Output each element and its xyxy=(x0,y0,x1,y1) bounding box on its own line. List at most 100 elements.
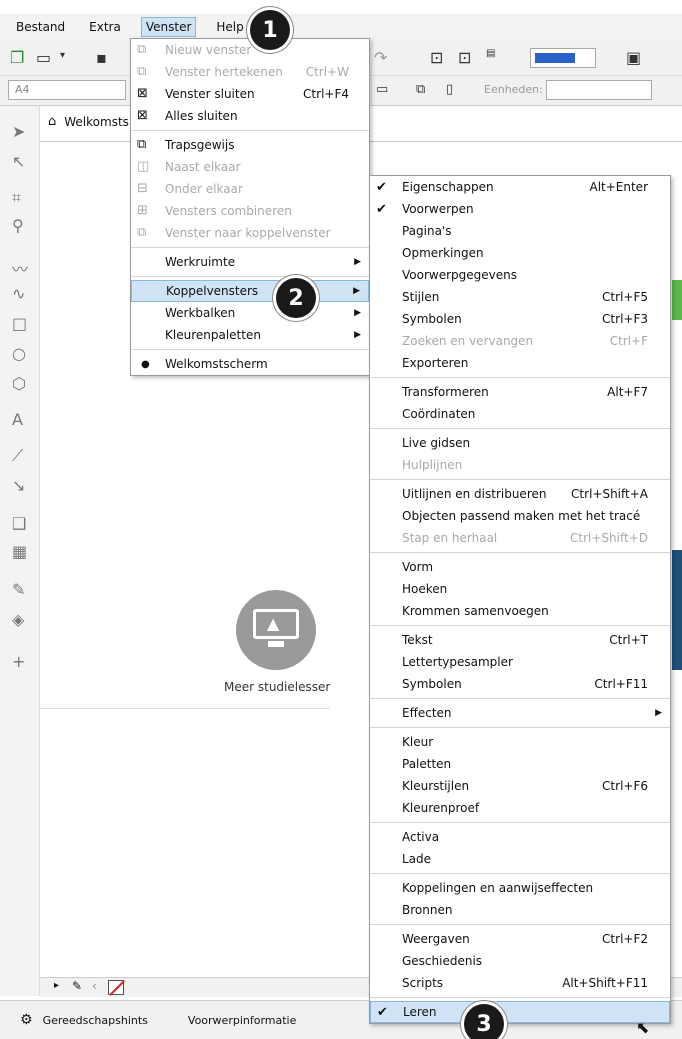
menu-item-kleurstijlen[interactable]: Kleurstijlen Ctrl+F6 xyxy=(370,775,670,797)
menu-help[interactable]: Help xyxy=(212,18,247,36)
full-screen-icon[interactable]: ▣ xyxy=(626,48,641,67)
open-folder-icon[interactable]: ▭ xyxy=(36,48,51,67)
object-info-label[interactable]: Voorwerpinformatie xyxy=(188,1014,296,1027)
menu-item-zoeken-en-vervangen[interactable]: Zoeken en vervangen Ctrl+F xyxy=(370,330,670,352)
menu-item-vensters-combineren[interactable]: ⊞ Vensters combineren xyxy=(131,200,369,222)
rectangle-tool-icon[interactable]: □ xyxy=(12,314,27,333)
import-icon[interactable]: ⊡ xyxy=(430,48,443,67)
menu-item-werkruimte[interactable]: Werkruimte ▶ xyxy=(131,251,369,273)
menu-extra[interactable]: Extra xyxy=(85,18,125,36)
menu-item-kleurenpaletten[interactable]: Kleurenpaletten ▶ xyxy=(131,324,369,346)
menu-item-welkomstscherm[interactable]: ● Welkomstscherm xyxy=(131,353,369,375)
menu-item-alles-sluiten[interactable]: ⊠ Alles sluiten xyxy=(131,105,369,127)
menu-item-onder-elkaar[interactable]: ⊟ Onder elkaar xyxy=(131,178,369,200)
menu-item-opmerkingen[interactable]: Opmerkingen xyxy=(370,242,670,264)
menu-item-koppelingen[interactable]: Koppelingen en aanwijseffecten xyxy=(370,877,670,899)
menu-item-stap-en-herhaal[interactable]: Stap en herhaal Ctrl+Shift+D xyxy=(370,527,670,549)
shape-tool-icon[interactable]: ↖ xyxy=(12,152,25,171)
menu-item-uitlijnen-en-distribueren[interactable]: Uitlijnen en distribueren Ctrl+Shift+A xyxy=(370,483,670,505)
no-color-swatch[interactable] xyxy=(108,980,125,996)
menu-item-objecten-passend-maken[interactable]: Objecten passend maken met het tracé xyxy=(370,505,670,527)
menu-item-coordinaten[interactable]: Coördinaten xyxy=(370,403,670,425)
landscape-icon[interactable]: ▭ xyxy=(376,82,388,97)
menu-item-nieuw-venster[interactable]: ⧉ Nieuw venster xyxy=(131,39,369,61)
submenu-arrow-icon: ▶ xyxy=(354,308,361,318)
zoom-select[interactable] xyxy=(530,48,596,68)
menu-item-venster-hertekenen[interactable]: ⧉ Venster hertekenen Ctrl+W xyxy=(131,61,369,83)
ellipse-tool-icon[interactable]: ○ xyxy=(12,344,26,363)
menu-item-scripts[interactable]: Scripts Alt+Shift+F11 xyxy=(370,972,670,994)
fill-tool-icon[interactable]: ◈ xyxy=(12,610,24,629)
menu-item-kleur[interactable]: Kleur xyxy=(370,731,670,753)
page-size-select[interactable]: A4 xyxy=(8,80,126,100)
menu-item-koppelvensters[interactable]: Koppelvensters ▶ xyxy=(131,280,369,302)
transparency-tool-icon[interactable]: ▦ xyxy=(12,542,27,561)
hints-label[interactable]: Gereedschapshints xyxy=(43,1014,148,1027)
open-dropdown-icon[interactable]: ▾ xyxy=(60,50,65,61)
text-tool-icon[interactable]: A xyxy=(12,410,23,429)
menu-item-lade[interactable]: Lade xyxy=(370,848,670,870)
current-page-icon[interactable]: ▯ xyxy=(446,82,453,97)
menu-item-paginas[interactable]: Pagina's xyxy=(370,220,670,242)
artistic-media-tool-icon[interactable]: ∿ xyxy=(12,284,25,303)
redo-icon[interactable]: ↷ xyxy=(374,48,387,67)
polygon-tool-icon[interactable]: ⬡ xyxy=(12,374,26,393)
scroll-right-icon[interactable]: ▸ xyxy=(54,980,59,991)
new-document-icon[interactable]: ❐ xyxy=(10,48,24,67)
menu-item-werkbalken[interactable]: Werkbalken ▶ xyxy=(131,302,369,324)
menu-bestand[interactable]: Bestand xyxy=(12,18,69,36)
menu-item-live-gidsen[interactable]: Live gidsen xyxy=(370,432,670,454)
menu-item-lettertypesampler[interactable]: Lettertypesampler xyxy=(370,651,670,673)
menu-item-naast-elkaar[interactable]: ◫ Naast elkaar xyxy=(131,156,369,178)
menu-item-paletten[interactable]: Paletten xyxy=(370,753,670,775)
menu-item-bronnen[interactable]: Bronnen xyxy=(370,899,670,921)
menu-item-leren[interactable]: ✔ Leren xyxy=(370,1001,670,1023)
eyedropper-tool-icon[interactable]: ✎ xyxy=(12,580,25,599)
menu-item-geschiedenis[interactable]: Geschiedenis xyxy=(370,950,670,972)
menu-item-weergaven[interactable]: Weergaven Ctrl+F2 xyxy=(370,928,670,950)
all-pages-icon[interactable]: ⧉ xyxy=(416,82,425,97)
learn-more-link[interactable]: Meer studielesser xyxy=(224,680,330,694)
save-icon[interactable]: ▪ xyxy=(96,48,107,67)
menu-item-exporteren[interactable]: Exporteren xyxy=(370,352,670,374)
menu-item-activa[interactable]: Activa xyxy=(370,826,670,848)
menu-item-kleurenproef[interactable]: Kleurenproef xyxy=(370,797,670,819)
units-select[interactable] xyxy=(546,80,652,100)
zoom-tool-icon[interactable]: ⚲ xyxy=(12,216,24,235)
checkmark-icon: ✔ xyxy=(376,179,387,195)
menu-item-krommen-samenvoegen[interactable]: Krommen samenvoegen xyxy=(370,600,670,622)
menu-venster[interactable]: Venster xyxy=(140,17,197,37)
add-tool-icon[interactable]: + xyxy=(12,652,25,671)
graduation-cap-icon: ▲ xyxy=(267,614,280,633)
gear-icon[interactable]: ⚙ xyxy=(20,1012,33,1028)
menu-item-voorwerpgegevens[interactable]: Voorwerpgegevens xyxy=(370,264,670,286)
tab-label: Welkomsts xyxy=(64,114,129,129)
eyedropper-icon[interactable]: ✎ xyxy=(72,979,82,993)
new-window-icon: ⧉ xyxy=(137,42,147,57)
parallel-dimension-tool-icon[interactable]: ⟋ xyxy=(12,446,23,466)
menu-item-voorwerpen[interactable]: ✔ Voorwerpen xyxy=(370,198,670,220)
menu-item-venster-sluiten[interactable]: ⊠ Venster sluiten Ctrl+F4 xyxy=(131,83,369,105)
menu-item-vorm[interactable]: Vorm xyxy=(370,556,670,578)
export-icon[interactable]: ⊡ xyxy=(458,48,471,67)
scroll-left-icon[interactable]: ‹ xyxy=(92,979,97,993)
divider xyxy=(40,708,330,709)
drop-shadow-tool-icon[interactable]: ❑ xyxy=(12,514,26,533)
pdf-icon[interactable]: ▤ xyxy=(486,48,495,59)
menu-item-eigenschappen[interactable]: ✔ Eigenschappen Alt+Enter xyxy=(370,176,670,198)
menu-item-effecten[interactable]: Effecten ▶ xyxy=(370,702,670,724)
menu-item-venster-naar-koppelvenster[interactable]: ⧉ Venster naar koppelvenster xyxy=(131,222,369,244)
menu-item-symbolen-tekst[interactable]: Symbolen Ctrl+F11 xyxy=(370,673,670,695)
menu-item-trapsgewijs[interactable]: ⧉ Trapsgewijs xyxy=(131,134,369,156)
menu-item-transformeren[interactable]: Transformeren Alt+F7 xyxy=(370,381,670,403)
pick-tool-icon[interactable]: ➤ xyxy=(12,122,25,141)
menu-item-tekst[interactable]: Tekst Ctrl+T xyxy=(370,629,670,651)
menu-item-symbolen[interactable]: Symbolen Ctrl+F3 xyxy=(370,308,670,330)
menu-item-hulplijnen[interactable]: Hulplijnen xyxy=(370,454,670,476)
menu-item-hoeken[interactable]: Hoeken xyxy=(370,578,670,600)
menu-item-stijlen[interactable]: Stijlen Ctrl+F5 xyxy=(370,286,670,308)
freehand-tool-icon[interactable]: 〰 xyxy=(12,256,28,280)
connector-tool-icon[interactable]: ↘ xyxy=(12,476,25,495)
crop-tool-icon[interactable]: ⌗ xyxy=(12,188,21,208)
tab-welkomstscherm[interactable]: ⌂ Welkomsts xyxy=(48,114,129,129)
